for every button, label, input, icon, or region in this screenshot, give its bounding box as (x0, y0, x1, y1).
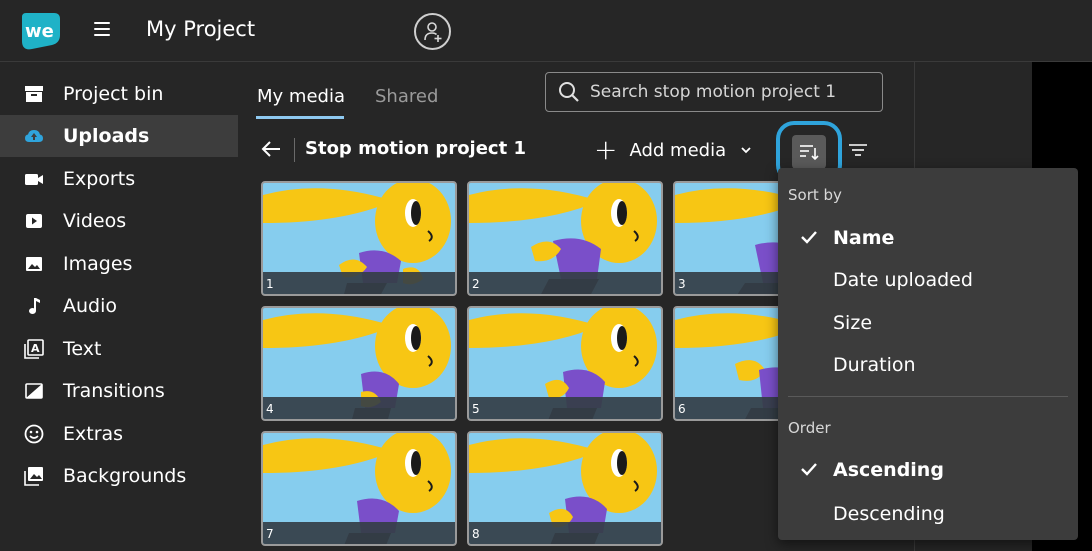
sidebar-item-label: Videos (63, 210, 127, 232)
sort-option-name[interactable]: Name (778, 218, 1078, 258)
app-logo[interactable]: we (18, 11, 62, 51)
thumbnail-caption-bar (469, 522, 661, 544)
top-bar: we My Project (0, 0, 1092, 62)
project-title[interactable]: My Project (146, 17, 255, 41)
sort-option-label: Date uploaded (833, 269, 973, 291)
sidebar-item-extras[interactable]: Extras (0, 413, 238, 455)
add-collaborator-button[interactable] (414, 13, 451, 50)
thumbnail-label: 5 (472, 402, 480, 416)
active-tab-indicator (256, 116, 344, 119)
transition-icon (24, 381, 44, 401)
sort-by-heading: Sort by (788, 186, 842, 204)
sidebar-item-label: Project bin (63, 83, 164, 105)
checkmark-icon (801, 463, 817, 476)
sidebar-item-label: Text (63, 338, 102, 360)
sidebar-item-label: Uploads (63, 125, 150, 147)
search-box[interactable] (545, 72, 883, 112)
chevron-down-icon (741, 147, 751, 154)
svg-text:A: A (31, 342, 40, 355)
play-icon (24, 211, 44, 231)
media-thumbnail-8[interactable]: 8 (467, 431, 663, 546)
cloud-upload-icon (24, 126, 44, 146)
folder-title: Stop motion project 1 (305, 138, 527, 159)
sidebar-item-videos[interactable]: Videos (0, 200, 238, 242)
search-input[interactable] (590, 82, 870, 102)
order-option-label: Ascending (833, 459, 944, 481)
thumbnail-label: 8 (472, 527, 480, 541)
media-thumbnail-7[interactable]: 7 (261, 431, 457, 546)
thumbnail-label: 4 (266, 402, 274, 416)
sidebar-item-label: Extras (63, 423, 124, 445)
thumbnail-caption-bar (469, 272, 661, 294)
menu-divider (788, 396, 1068, 397)
thumbnail-caption-bar (263, 397, 455, 419)
sidebar-item-label: Transitions (63, 380, 165, 402)
sort-option-label: Duration (833, 354, 916, 376)
sidebar-item-label: Audio (63, 295, 118, 317)
thumbnail-caption-bar (469, 397, 661, 419)
order-option-descending[interactable]: Descending (778, 494, 1078, 534)
search-icon (559, 82, 579, 102)
thumbnail-caption-bar (263, 272, 455, 294)
smiley-icon (24, 424, 44, 444)
thumbnail-label: 7 (266, 527, 274, 541)
image-icon (24, 254, 44, 274)
sidebar-item-uploads[interactable]: Uploads (0, 115, 238, 157)
sort-option-duration[interactable]: Duration (778, 345, 1078, 385)
tab-my-media[interactable]: My media (257, 86, 345, 107)
thumbnail-caption-bar (263, 522, 455, 544)
checkmark-icon (801, 231, 817, 244)
sidebar: Project bin Uploads Exports Videos Image… (0, 62, 238, 551)
sort-dropdown-menu: Sort by Name Date uploaded Size Duration… (778, 168, 1078, 540)
plus-icon: + (594, 133, 618, 166)
sort-option-size[interactable]: Size (778, 303, 1078, 343)
media-thumbnail-1[interactable]: 1 (261, 181, 457, 296)
thumbnail-label: 6 (678, 402, 686, 416)
back-arrow-icon[interactable] (260, 139, 282, 159)
text-icon: A (24, 339, 44, 359)
sidebar-item-transitions[interactable]: Transitions (0, 370, 238, 412)
thumbnail-label: 2 (472, 277, 480, 291)
add-user-icon (423, 21, 441, 42)
filter-icon[interactable] (848, 143, 868, 157)
sort-icon (800, 145, 819, 161)
order-option-ascending[interactable]: Ascending (778, 450, 1078, 490)
order-option-label: Descending (833, 503, 945, 525)
sidebar-item-text[interactable]: A Text (0, 328, 238, 370)
menu-icon[interactable] (94, 22, 110, 36)
sidebar-item-label: Backgrounds (63, 465, 187, 487)
add-media-label: Add media (629, 139, 727, 161)
thumbnail-label: 3 (678, 277, 686, 291)
backgrounds-icon (24, 466, 44, 486)
sidebar-item-images[interactable]: Images (0, 243, 238, 285)
sort-option-date-uploaded[interactable]: Date uploaded (778, 260, 1078, 300)
sidebar-item-backgrounds[interactable]: Backgrounds (0, 455, 238, 497)
camera-icon (24, 169, 44, 189)
sort-option-label: Name (833, 227, 895, 249)
sidebar-item-label: Exports (63, 168, 136, 190)
archive-icon (24, 84, 44, 104)
sidebar-item-audio[interactable]: Audio (0, 285, 238, 327)
sidebar-item-exports[interactable]: Exports (0, 158, 238, 200)
media-thumbnail-4[interactable]: 4 (261, 306, 457, 421)
breadcrumb-divider (294, 138, 295, 162)
sort-option-label: Size (833, 312, 873, 334)
media-thumbnail-2[interactable]: 2 (467, 181, 663, 296)
sidebar-item-project-bin[interactable]: Project bin (0, 73, 238, 115)
add-media-button[interactable]: + Add media (594, 136, 752, 164)
tab-shared[interactable]: Shared (375, 86, 438, 107)
logo-text: we (25, 21, 54, 42)
order-heading: Order (788, 419, 831, 437)
music-note-icon (24, 296, 44, 316)
sidebar-item-label: Images (63, 253, 133, 275)
thumbnail-label: 1 (266, 277, 274, 291)
media-thumbnail-5[interactable]: 5 (467, 306, 663, 421)
